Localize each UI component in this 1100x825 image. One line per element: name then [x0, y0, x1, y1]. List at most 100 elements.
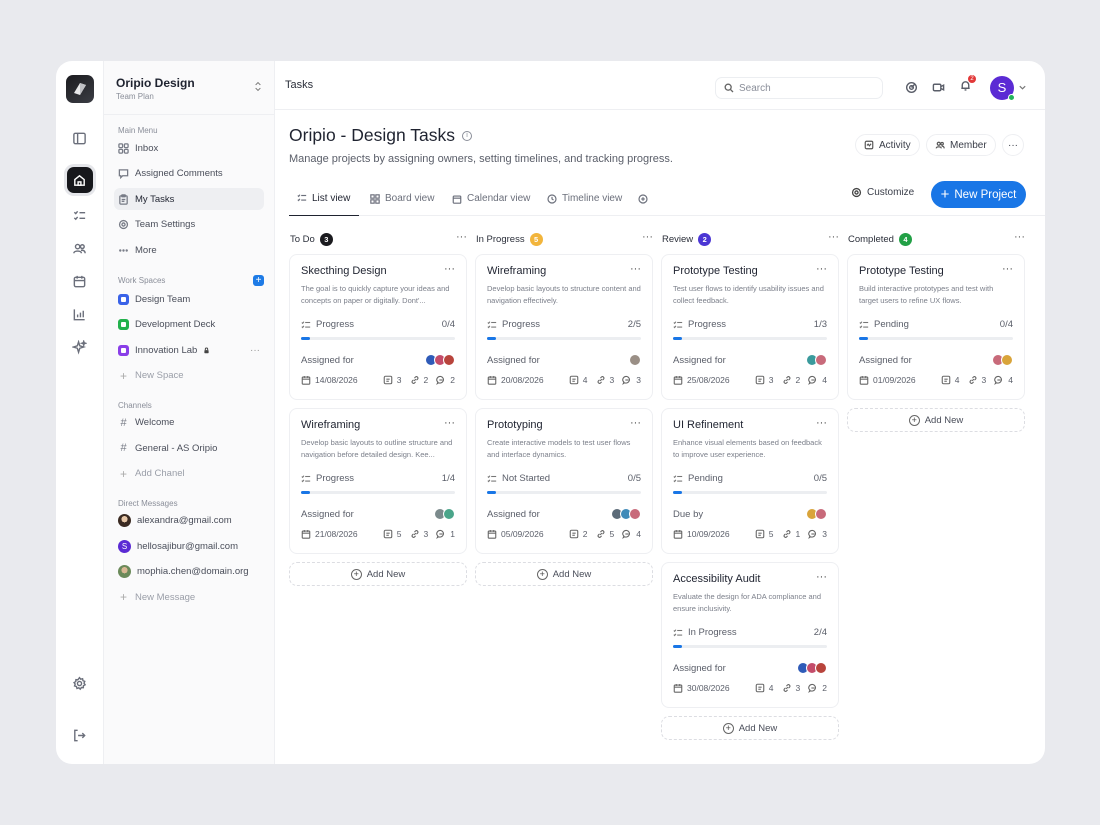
sidebar-item-my-tasks[interactable]: My Tasks	[114, 188, 264, 210]
task-card[interactable]: Wireframing ··· Develop basic layouts to…	[289, 408, 467, 554]
card-options-icon[interactable]: ···	[1002, 263, 1013, 275]
assignee-avatars[interactable]	[797, 662, 827, 674]
progress-row: Progress 1/4	[301, 473, 455, 484]
activity-button[interactable]: Activity	[855, 134, 920, 156]
target-icon[interactable]	[905, 81, 918, 94]
workspace-item-development-deck[interactable]: Development Deck	[114, 314, 264, 336]
new-project-button[interactable]: + New Project	[931, 181, 1026, 208]
search-icon	[724, 83, 734, 93]
dm-item[interactable]: S hellosajibur@gmail.com	[114, 535, 264, 557]
member-button[interactable]: Member	[926, 134, 996, 156]
tab-list-view[interactable]: List view	[289, 181, 359, 216]
column-title: In Progress	[476, 233, 525, 245]
card-options-icon[interactable]: ···	[630, 263, 641, 275]
task-card[interactable]: Prototype Testing ··· Test user flows to…	[661, 254, 839, 400]
customize-button[interactable]: Customize	[851, 187, 914, 198]
column-options-icon[interactable]: ···	[642, 231, 653, 243]
assignee-avatars[interactable]	[425, 354, 455, 366]
channel-item-general[interactable]: # General - AS Oripio	[114, 437, 264, 459]
comment-icon	[622, 375, 631, 385]
analytics-icon[interactable]	[67, 301, 93, 327]
tasks-icon[interactable]	[67, 202, 93, 228]
new-message-button[interactable]: + New Message	[114, 586, 264, 608]
task-card[interactable]: Wireframing ··· Develop basic layouts to…	[475, 254, 653, 400]
settings-icon[interactable]	[67, 670, 93, 696]
add-new-task-button[interactable]: + Add New	[661, 716, 839, 740]
sidebar-item-inbox[interactable]: Inbox	[114, 137, 264, 159]
assign-label: Due by	[673, 508, 704, 520]
user-initial: S	[997, 80, 1007, 95]
workspace-label: Design Team	[135, 293, 191, 305]
column-options-icon[interactable]: ···	[828, 231, 839, 243]
add-view-button[interactable]	[638, 181, 648, 216]
dm-item[interactable]: mophia.chen@domain.org	[114, 561, 264, 583]
workspace-icon	[118, 344, 129, 356]
assignee-avatars[interactable]	[611, 508, 641, 520]
user-avatar[interactable]: S	[990, 76, 1015, 101]
dm-item[interactable]: alexandra@gmail.com	[114, 510, 264, 532]
add-new-label: Add New	[924, 414, 964, 426]
page-description: Manage projects by assigning owners, set…	[289, 153, 673, 165]
workspace-switcher[interactable]: Oripio Design Team Plan	[104, 75, 274, 115]
workspace-options-icon[interactable]: ···	[250, 345, 260, 356]
workspace-name: Oripio Design	[116, 76, 195, 90]
tab-calendar-view[interactable]: Calendar view	[452, 181, 530, 216]
calendar-icon	[859, 376, 869, 385]
add-channel-button[interactable]: + Add Chanel	[114, 463, 264, 485]
card-options-icon[interactable]: ···	[444, 417, 455, 429]
tab-board-view[interactable]: Board view	[370, 181, 434, 216]
assign-label: Assigned for	[487, 354, 540, 366]
plus-circle-icon: +	[908, 414, 920, 426]
add-workspace-button[interactable]: +	[253, 275, 264, 286]
assignee-avatars[interactable]	[629, 354, 641, 366]
card-description: Create interactive models to test user f…	[487, 438, 631, 459]
tab-timeline-view[interactable]: Timeline view	[547, 181, 622, 216]
link-icon	[783, 376, 790, 384]
add-new-task-button[interactable]: + Add New	[847, 408, 1025, 432]
assignee-avatars[interactable]	[434, 508, 455, 520]
assignee-avatars[interactable]	[806, 508, 827, 520]
channel-item-welcome[interactable]: # Welcome	[114, 412, 264, 434]
team-icon[interactable]	[67, 235, 93, 261]
logout-icon[interactable]	[67, 722, 93, 748]
card-options-icon[interactable]: ···	[630, 417, 641, 429]
workspace-plan: Team Plan	[116, 92, 154, 101]
app-logo[interactable]	[65, 75, 94, 103]
task-card[interactable]: Accessibility Audit ··· Evaluate the des…	[661, 562, 839, 708]
task-card[interactable]: Prototype Testing ··· Build interactive …	[847, 254, 1025, 400]
video-icon[interactable]	[932, 81, 945, 94]
info-icon[interactable]: i	[462, 130, 472, 141]
home-icon[interactable]	[66, 167, 93, 193]
add-new-task-button[interactable]: + Add New	[475, 562, 653, 586]
column-options-icon[interactable]: ···	[1014, 231, 1025, 243]
card-options-icon[interactable]: ···	[816, 571, 827, 583]
card-options-icon[interactable]: ···	[444, 263, 455, 275]
assignee-avatars[interactable]	[992, 354, 1013, 366]
notification-button[interactable]: 2	[959, 75, 976, 95]
card-title: Wireframing	[301, 419, 361, 431]
workspace-item-innovation-lab[interactable]: Innovation Lab ···	[114, 339, 264, 361]
new-space-button[interactable]: + New Space	[114, 365, 264, 387]
assignee-avatars[interactable]	[806, 354, 827, 366]
task-card[interactable]: Skecthing Design ··· The goal is to quic…	[289, 254, 467, 400]
card-options-icon[interactable]: ···	[816, 417, 827, 429]
task-card[interactable]: Prototyping ··· Create interactive model…	[475, 408, 653, 554]
card-title: Prototype Testing	[673, 265, 758, 277]
add-new-task-button[interactable]: + Add New	[289, 562, 467, 586]
clipboard-icon	[119, 193, 128, 205]
more-options-button[interactable]: ···	[1002, 134, 1024, 156]
sparkle-icon[interactable]	[67, 334, 93, 360]
calendar-icon[interactable]	[67, 268, 93, 294]
card-options-icon[interactable]: ···	[816, 263, 827, 275]
card-meta: 10/09/2026 5 1 3	[673, 529, 827, 539]
task-card[interactable]: UI Refinement ··· Enhance visual element…	[661, 408, 839, 554]
progress-bar-fill	[673, 645, 683, 648]
column-options-icon[interactable]: ···	[456, 231, 467, 243]
search-input[interactable]: Search	[715, 77, 883, 99]
chevron-down-icon[interactable]	[1018, 83, 1027, 92]
sidebar-item-more[interactable]: More	[114, 239, 264, 261]
sidebar-toggle-icon[interactable]	[67, 125, 93, 151]
sidebar-item-team-settings[interactable]: Team Settings	[114, 214, 264, 236]
workspace-item-design-team[interactable]: Design Team	[114, 288, 264, 310]
sidebar-item-assigned-comments[interactable]: Assigned Comments	[114, 163, 264, 185]
